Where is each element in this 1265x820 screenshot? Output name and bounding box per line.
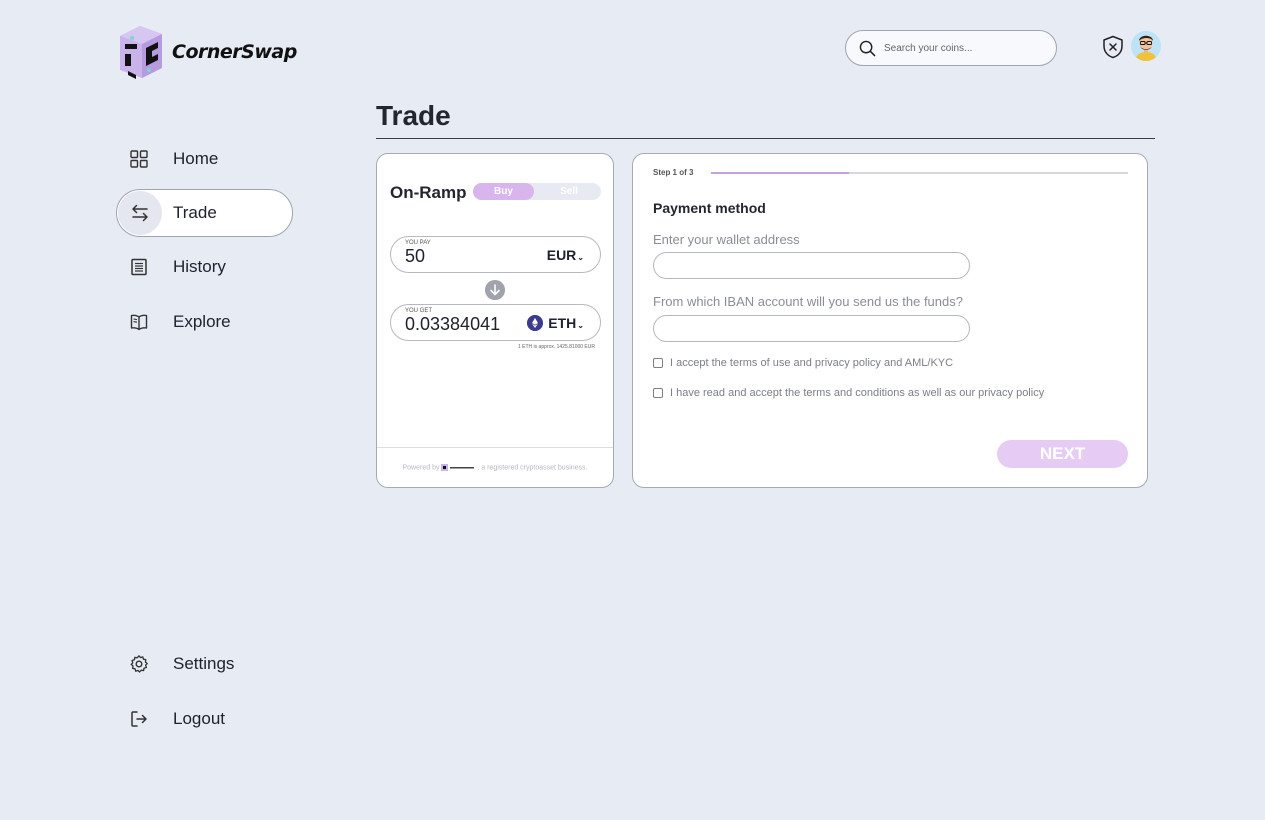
terms-checkbox[interactable] [653, 358, 663, 368]
conditions-checkbox-label[interactable]: I have read and accept the terms and con… [670, 387, 1044, 399]
powered-prefix: Powered by [402, 464, 440, 472]
swap-arrows-icon [118, 191, 162, 235]
sidebar-item-history[interactable]: History [116, 243, 293, 291]
powered-by-note: Powered by , a registered cryptoasset bu… [377, 464, 613, 471]
conditions-checkbox[interactable] [653, 388, 663, 398]
next-button[interactable]: NEXT [997, 440, 1128, 468]
you-pay-field[interactable]: YOU PAY 50 EUR⌄ [390, 236, 601, 273]
page-title: Trade [376, 100, 451, 131]
on-ramp-widget: On-Ramp Buy Sell YOU PAY 50 EUR⌄ YOU GET… [376, 153, 614, 488]
get-currency-select[interactable]: ETH⌄ [548, 315, 584, 331]
you-get-amount: 0.03384041 [405, 314, 501, 334]
sidebar-item-logout[interactable]: Logout [116, 695, 293, 743]
receipt-icon [116, 244, 162, 290]
sidebar-item-label: History [173, 257, 226, 276]
search-bar[interactable] [845, 30, 1057, 66]
buy-sell-toggle[interactable]: Buy Sell [473, 183, 601, 200]
terms-checkbox-row[interactable]: I accept the terms of use and privacy po… [653, 357, 953, 369]
step-progress-bar [711, 172, 1128, 174]
widget-title: On-Ramp [390, 183, 467, 202]
conditions-checkbox-row[interactable]: I have read and accept the terms and con… [653, 387, 1044, 399]
sidebar-item-trade[interactable]: Trade [116, 189, 293, 237]
step-indicator: Step 1 of 3 [653, 168, 694, 177]
payment-card: Step 1 of 3 Payment method Enter your wa… [632, 153, 1148, 488]
buy-option[interactable]: Buy [473, 183, 534, 200]
rate-note: 1 ETH is approx. 1425.81000 EUR [518, 344, 595, 350]
title-divider [376, 138, 1155, 139]
payment-method-title: Payment method [653, 200, 766, 216]
avatar[interactable] [1131, 31, 1161, 61]
powered-suffix: , a registered cryptoasset business. [477, 464, 588, 472]
logo[interactable]: CornerSwap [116, 24, 297, 80]
you-get-field[interactable]: YOU GET 0.03384041 ETH⌄ [390, 304, 601, 341]
get-currency-label: ETH [548, 315, 577, 331]
search-icon [859, 40, 876, 56]
avatar-illustration [1131, 31, 1161, 61]
wallet-label: Enter your wallet address [653, 232, 800, 247]
iban-label: From which IBAN account will you send us… [653, 294, 963, 309]
sell-option[interactable]: Sell [537, 183, 601, 200]
sidebar-item-label: Trade [173, 203, 217, 222]
logo-text: CornerSwap [172, 41, 297, 63]
logout-icon [116, 696, 162, 742]
sidebar-item-settings[interactable]: Settings [116, 640, 293, 688]
sidebar-item-label: Explore [173, 312, 231, 331]
book-icon [116, 299, 162, 345]
wallet-address-input[interactable] [653, 252, 970, 279]
logo-mark-icon [120, 26, 162, 79]
search-input[interactable] [884, 42, 1044, 54]
sidebar-item-label: Logout [173, 709, 225, 728]
gear-icon [116, 641, 162, 687]
you-pay-amount[interactable]: 50 [405, 246, 425, 267]
chevron-down-icon: ⌄ [577, 321, 584, 330]
terms-checkbox-label[interactable]: I accept the terms of use and privacy po… [670, 357, 953, 369]
cornerswap-mini-logo-icon [441, 464, 475, 471]
sidebar-item-home[interactable]: Home [116, 135, 293, 183]
pay-currency-label: EUR [546, 247, 577, 263]
sidebar-item-label: Settings [173, 654, 235, 673]
step-progress-fill [711, 172, 849, 174]
sidebar-item-label: Home [173, 149, 219, 168]
sidebar-item-explore[interactable]: Explore [116, 298, 293, 346]
chevron-down-icon: ⌄ [577, 253, 584, 262]
widget-divider [377, 447, 613, 448]
iban-input[interactable] [653, 315, 970, 342]
shield-close-icon[interactable] [1102, 35, 1124, 59]
arrow-down-icon[interactable] [485, 280, 505, 300]
eth-icon [527, 315, 543, 331]
grid-icon [116, 136, 162, 182]
pay-currency-select[interactable]: EUR⌄ [547, 247, 584, 263]
